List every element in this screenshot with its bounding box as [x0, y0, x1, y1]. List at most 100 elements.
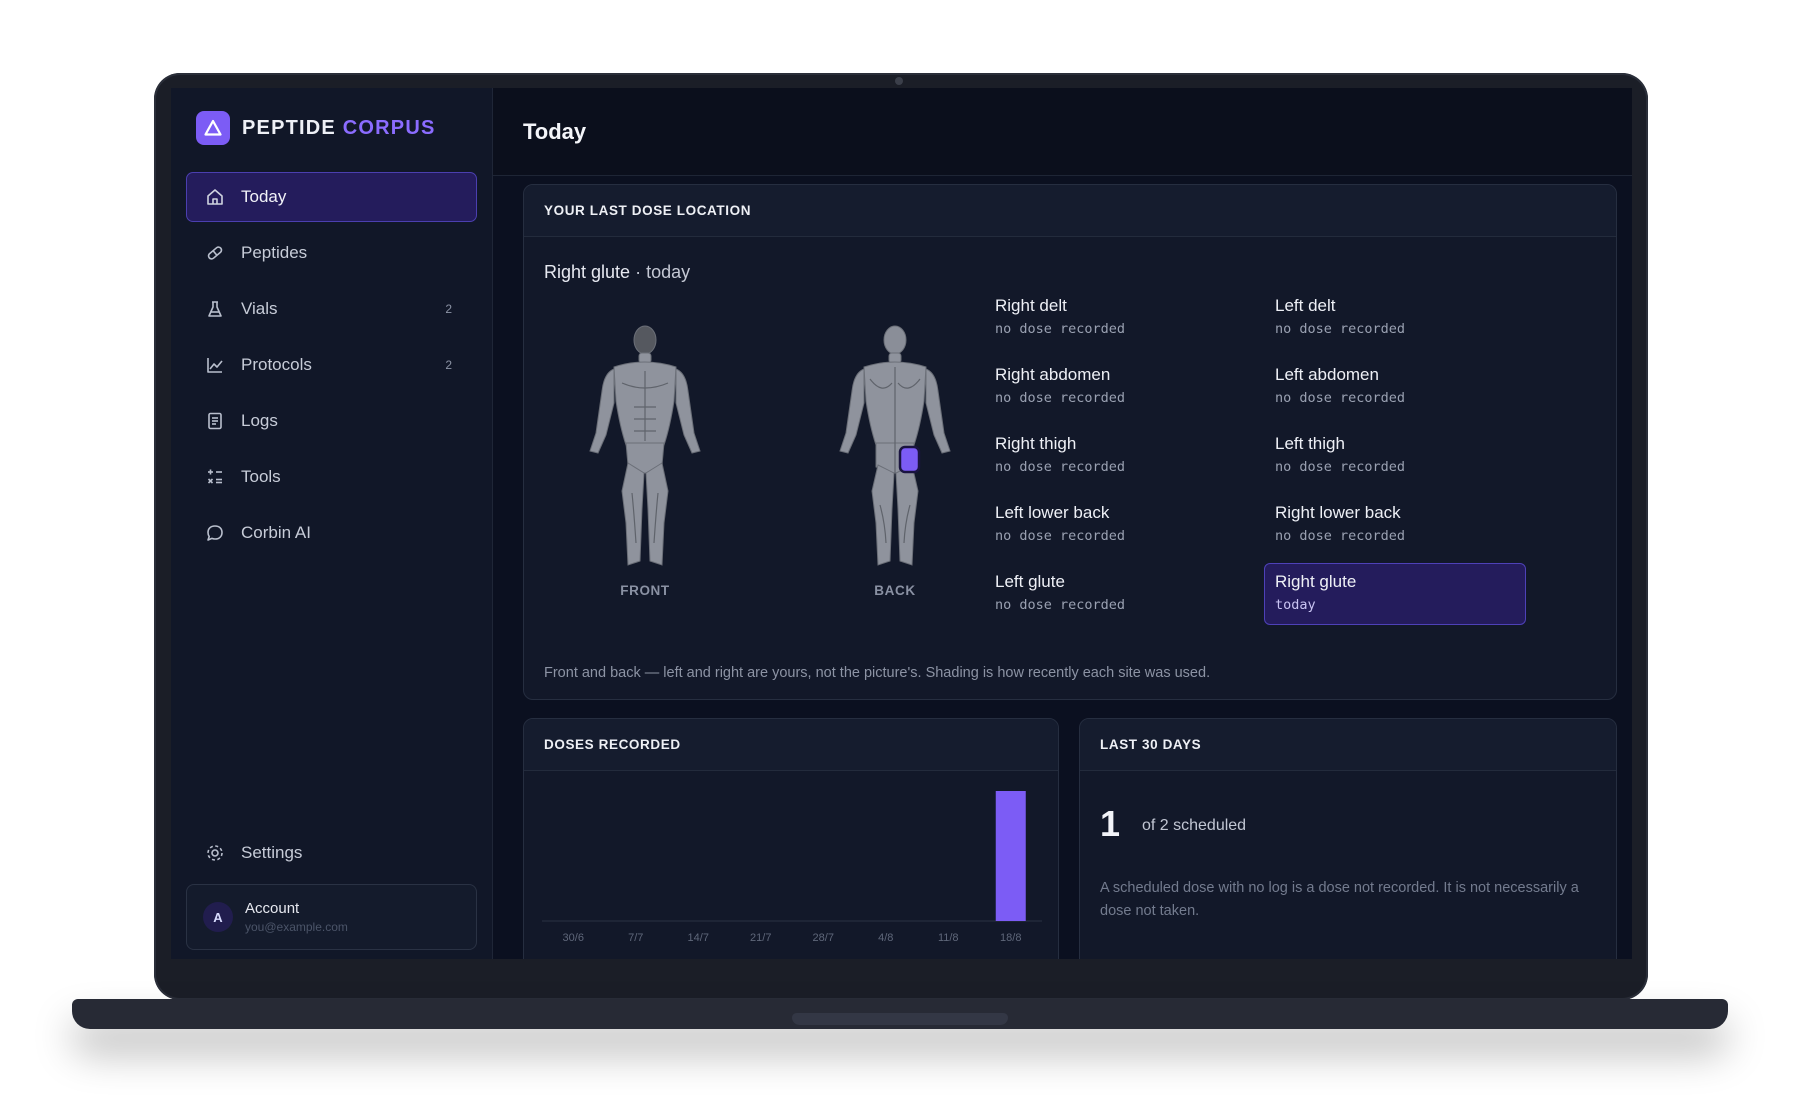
- camera-dot: [895, 77, 903, 85]
- site-right-delt[interactable]: Right delt no dose recorded: [984, 287, 1246, 349]
- site-left-abdomen[interactable]: Left abdomen no dose recorded: [1264, 356, 1526, 418]
- x-tick-label: 4/8: [878, 932, 893, 944]
- card-header: LAST 30 DAYS: [1080, 719, 1616, 771]
- line-chart-icon: [205, 355, 225, 375]
- gear-icon: [205, 843, 225, 863]
- brand-primary: PEPTIDE: [242, 116, 336, 139]
- sidebar-item-logs[interactable]: Logs: [186, 396, 477, 446]
- sidebar-item-peptides[interactable]: Peptides: [186, 228, 477, 278]
- flask-icon: [205, 299, 225, 319]
- laptop-base: [72, 999, 1728, 1029]
- site-left-thigh[interactable]: Left thigh no dose recorded: [1264, 425, 1526, 487]
- site-right-glute[interactable]: Right glute today: [1264, 563, 1526, 625]
- sidebar-item-vials[interactable]: Vials 2: [186, 284, 477, 334]
- brand-accent: CORPUS: [342, 116, 436, 139]
- site-name: Right thigh: [995, 434, 1077, 453]
- card-header: YOUR LAST DOSE LOCATION: [524, 185, 1616, 237]
- sidebar-item-label: Today: [241, 187, 287, 206]
- account-card[interactable]: A Account you@example.com: [186, 884, 477, 950]
- pill-icon: [205, 243, 225, 263]
- triangle-logo-icon: [196, 111, 230, 145]
- account-name: Account: [245, 900, 300, 917]
- right-glute-marker[interactable]: [898, 445, 921, 474]
- site-right-abdomen[interactable]: Right abdomen no dose recorded: [984, 356, 1246, 418]
- document-icon: [205, 411, 225, 431]
- last-dose-site: Right glute: [544, 262, 631, 282]
- back-label: BACK: [874, 583, 916, 598]
- site-right-thigh[interactable]: Right thigh no dose recorded: [984, 425, 1246, 487]
- site-status: no dose recorded: [1275, 321, 1406, 337]
- sidebar-item-label: Corbin AI: [241, 523, 311, 542]
- separator: ·: [635, 262, 642, 282]
- x-tick-label: 21/7: [750, 932, 771, 944]
- laptop-notch: [792, 1013, 1008, 1025]
- site-right-lower-back[interactable]: Right lower back no dose recorded: [1264, 494, 1526, 556]
- adherence-note: A scheduled dose with no log is a dose n…: [1100, 880, 1579, 919]
- sidebar-item-label: Peptides: [241, 243, 308, 262]
- site-status: no dose recorded: [1275, 528, 1406, 544]
- site-name: Left glute: [995, 572, 1065, 591]
- site-name: Right delt: [995, 296, 1067, 315]
- calculator-icon: [205, 467, 225, 487]
- site-name: Right lower back: [1275, 503, 1401, 522]
- site-status: no dose recorded: [1275, 459, 1406, 475]
- card-header: DOSES RECORDED: [524, 719, 1058, 771]
- sidebar-item-protocols[interactable]: Protocols 2: [186, 340, 477, 390]
- site-status: no dose recorded: [995, 528, 1126, 544]
- sidebar-item-corbin-ai[interactable]: Corbin AI: [186, 508, 477, 558]
- bar-18/8[interactable]: [995, 791, 1026, 921]
- scheduled-count: of 2 scheduled: [1142, 817, 1247, 834]
- site-left-lower-back[interactable]: Left lower back no dose recorded: [984, 494, 1246, 556]
- site-status: today: [1275, 597, 1316, 613]
- page-title: Today: [523, 118, 587, 144]
- brand-name: PEPTIDE CORPUS: [242, 117, 436, 140]
- site-status: no dose recorded: [995, 390, 1126, 406]
- account-info: Account you@example.com: [245, 900, 348, 934]
- last-dose-when: today: [646, 262, 691, 282]
- card-title: LAST 30 DAYS: [1100, 737, 1202, 752]
- app-screen: PEPTIDE CORPUS Today Peptides Vials 2 Pr…: [171, 88, 1632, 959]
- x-tick-label: 30/6: [563, 932, 584, 944]
- x-tick-label: 18/8: [1000, 932, 1021, 944]
- sidebar-item-label: Protocols: [241, 355, 312, 374]
- brand[interactable]: PEPTIDE CORPUS: [186, 110, 477, 146]
- site-left-delt[interactable]: Left delt no dose recorded: [1264, 287, 1526, 349]
- site-name: Left abdomen: [1275, 365, 1379, 384]
- front-body-figure[interactable]: FRONT: [570, 323, 720, 598]
- site-name: Left lower back: [995, 503, 1110, 522]
- account-email: you@example.com: [245, 920, 348, 934]
- site-status: no dose recorded: [995, 597, 1126, 613]
- site-name: Right glute: [1275, 572, 1357, 591]
- sidebar-nav: Today Peptides Vials 2 Protocols 2 Logs …: [186, 172, 477, 558]
- vials-count-badge: 2: [445, 302, 452, 316]
- sidebar-item-label: Settings: [241, 843, 303, 862]
- last-30-days-card: LAST 30 DAYS 1 of 2 scheduled A schedule…: [1079, 718, 1617, 959]
- x-tick-label: 28/7: [813, 932, 834, 944]
- front-body-icon: [589, 325, 701, 566]
- body-map-note: Front and back — left and right are your…: [544, 665, 1211, 681]
- recorded-count: 1: [1100, 803, 1121, 844]
- home-icon: [205, 187, 225, 207]
- site-status: no dose recorded: [995, 459, 1126, 475]
- back-body-figure[interactable]: BACK: [820, 323, 970, 598]
- sidebar-item-tools[interactable]: Tools: [186, 452, 477, 502]
- sidebar-item-label: Tools: [241, 467, 281, 486]
- sidebar-item-settings[interactable]: Settings: [186, 828, 477, 878]
- main-content: Today YOUR LAST DOSE LOCATION Right glut…: [493, 88, 1632, 959]
- x-tick-label: 11/8: [938, 932, 959, 944]
- doses-bar-chart: 30/6 7/7 14/7 21/7 28/7 4/8 11/8 18/8: [542, 791, 1042, 944]
- site-status: no dose recorded: [1275, 390, 1406, 406]
- back-body-icon: [839, 325, 951, 566]
- top-bar: Today: [493, 88, 1632, 176]
- settings-area: Settings: [186, 828, 477, 884]
- site-name: Left thigh: [1275, 434, 1345, 453]
- card-title: YOUR LAST DOSE LOCATION: [544, 203, 752, 218]
- site-left-glute[interactable]: Left glute no dose recorded: [984, 563, 1246, 625]
- protocols-count-badge: 2: [445, 358, 452, 372]
- last-dose-summary: Right glute · today: [544, 262, 690, 283]
- card-title: DOSES RECORDED: [544, 737, 681, 752]
- sidebar-item-today[interactable]: Today: [186, 172, 477, 222]
- doses-recorded-card: DOSES RECORDED 30/6 7/7 14/7 21/7 28/7 4/8 11/…: [523, 718, 1059, 959]
- front-label: FRONT: [620, 583, 670, 598]
- x-tick-label: 7/7: [628, 932, 643, 944]
